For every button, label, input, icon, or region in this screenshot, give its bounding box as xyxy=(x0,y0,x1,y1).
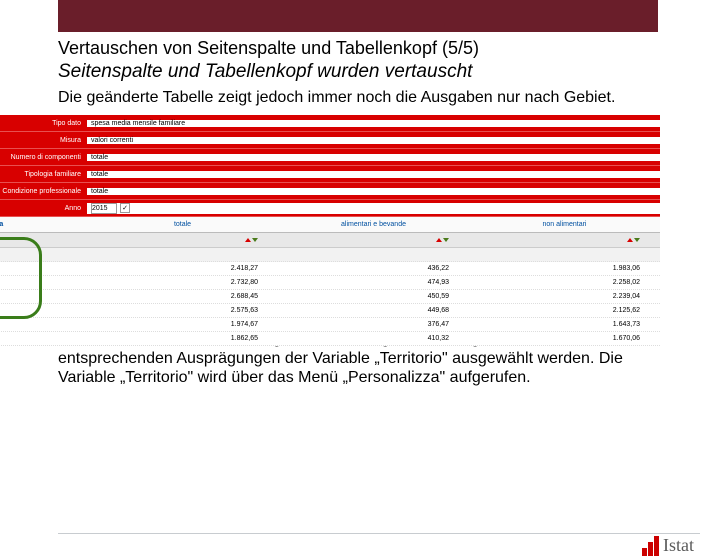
sort-row xyxy=(0,233,660,248)
cell: 376,47 xyxy=(278,318,469,331)
col-group-label: Gruppo di spesa xyxy=(0,217,87,232)
cell: 1.983,06 xyxy=(469,262,660,275)
filter-value[interactable]: spesa media mensile familiare xyxy=(87,120,660,127)
highlight-circle xyxy=(0,237,42,319)
row-label[interactable]: Isole xyxy=(0,332,87,345)
sort-desc-icon[interactable] xyxy=(634,238,640,242)
cell: 474,93 xyxy=(278,276,469,289)
filter-value[interactable]: ✓ xyxy=(87,203,660,214)
filter-label: Misura xyxy=(0,137,87,144)
filter-row: Tipologia familiaretotale xyxy=(0,166,660,183)
cell: 2.688,45 xyxy=(87,290,278,303)
table-row: Italia2.418,27436,221.983,06 xyxy=(0,262,660,276)
row-label[interactable]: Sud xyxy=(0,318,87,331)
cell: 450,59 xyxy=(278,290,469,303)
table-row: Sud1.974,67376,471.643,73 xyxy=(0,318,660,332)
cell: 1.643,73 xyxy=(469,318,660,331)
year-checkbox[interactable]: ✓ xyxy=(120,203,130,213)
col-header[interactable]: non alimentari xyxy=(469,217,660,232)
table-row: Isole1.862,65410,321.670,06 xyxy=(0,332,660,346)
istat-logo: Istat xyxy=(642,535,694,556)
cell: 2.418,27 xyxy=(87,262,278,275)
col-group-header: Gruppo di spesa totale alimentari e beva… xyxy=(0,217,660,233)
filter-label: Numero di componenti xyxy=(0,154,87,161)
page-title: Vertauschen von Seitenspalte und Tabelle… xyxy=(58,38,662,59)
cell: 2.125,62 xyxy=(469,304,660,317)
filter-row: Tipo datospesa media mensile familiare xyxy=(0,115,660,132)
col-header[interactable]: alimentari e bevande xyxy=(278,217,469,232)
logo-bars-icon xyxy=(642,536,659,556)
cell: 1.670,06 xyxy=(469,332,660,345)
sort-asc-icon[interactable] xyxy=(436,238,442,242)
cell: 2.732,80 xyxy=(87,276,278,289)
cell: 436,22 xyxy=(278,262,469,275)
logo-text: Istat xyxy=(663,535,694,556)
table-row: Nord-ovest2.732,80474,932.258,02 xyxy=(0,276,660,290)
filter-label: Tipologia familiare xyxy=(0,171,87,178)
filter-value[interactable]: totale xyxy=(87,171,660,178)
page-subtitle: Seitenspalte und Tabellenkopf wurden ver… xyxy=(58,61,662,83)
cell: 1.862,65 xyxy=(87,332,278,345)
side-header-row: Territorio xyxy=(0,248,660,262)
cell: 1.974,67 xyxy=(87,318,278,331)
title-bar xyxy=(58,0,658,32)
cell: 2.258,02 xyxy=(469,276,660,289)
sort-asc-icon[interactable] xyxy=(245,238,251,242)
filter-row: Misuravalori correnti xyxy=(0,132,660,149)
table-row: Nord-est2.688,45450,592.239,04 xyxy=(0,290,660,304)
sort-desc-icon[interactable] xyxy=(252,238,258,242)
filter-value[interactable]: valori correnti xyxy=(87,137,660,144)
filter-value[interactable]: totale xyxy=(87,154,660,161)
filter-row: Anno ✓ xyxy=(0,200,660,217)
sort-desc-icon[interactable] xyxy=(443,238,449,242)
cell: 2.239,04 xyxy=(469,290,660,303)
footer-rule: Istat xyxy=(58,533,700,534)
paragraph-top: Die geänderte Tabelle zeigt jedoch immer… xyxy=(58,89,662,107)
cell: 2.575,63 xyxy=(87,304,278,317)
year-input[interactable] xyxy=(91,203,117,214)
table-row: Centro2.575,63449,682.125,62 xyxy=(0,304,660,318)
col-header[interactable]: totale xyxy=(87,217,278,232)
filter-panel: Tipo datospesa media mensile familiare M… xyxy=(0,115,660,217)
cell: 449,68 xyxy=(278,304,469,317)
filter-label: Condizione professionale xyxy=(0,188,87,195)
sort-asc-icon[interactable] xyxy=(627,238,633,242)
filter-row: Numero di componentitotale xyxy=(0,149,660,166)
filter-value[interactable]: totale xyxy=(87,188,660,195)
cell: 410,32 xyxy=(278,332,469,345)
filter-label: Tipo dato xyxy=(0,120,87,127)
filter-label: Anno xyxy=(0,205,87,212)
filter-row: Condizione professionaletotale xyxy=(0,183,660,200)
screenshot-region: Tipo datospesa media mensile familiare M… xyxy=(0,115,660,315)
